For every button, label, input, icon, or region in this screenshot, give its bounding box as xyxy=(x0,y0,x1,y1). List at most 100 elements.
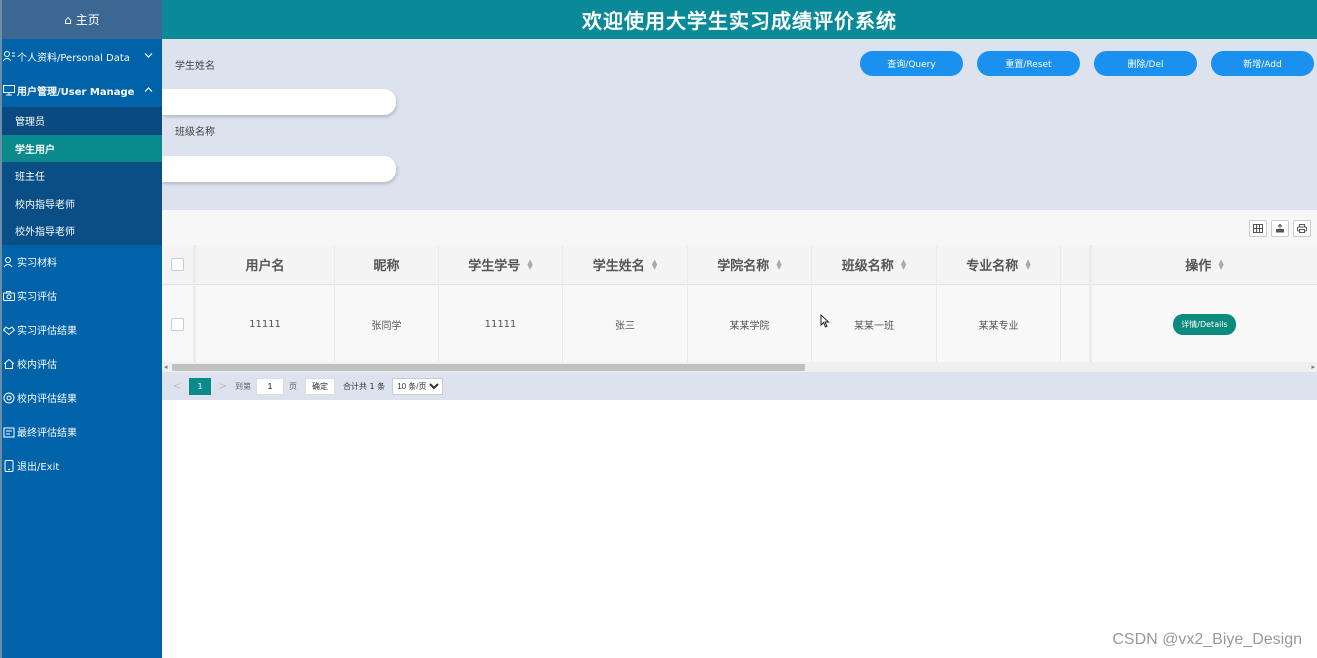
home-icon: ⌂ xyxy=(64,12,72,27)
menu-campus-evaluation-label: 校内评估 xyxy=(17,360,57,371)
print-icon[interactable] xyxy=(1293,220,1311,237)
table-row: 11111 张同学 11111 张三 某某学院 某某一班 某某专业 详情/Det… xyxy=(162,286,1317,362)
submenu-internal-advisor[interactable]: 校内指导老师 xyxy=(2,190,162,218)
sidebar: ⌂ 主页 个人资料/Personal Data 用户管理/User Manage… xyxy=(0,0,162,658)
menu-internship-eval-result[interactable]: 实习评估结果 xyxy=(2,313,162,347)
goto-page-input[interactable] xyxy=(256,377,284,395)
total-count: 合计共 1 条 xyxy=(343,381,386,391)
user-manage-submenu: 管理员 学生用户 班主任 校内指导老师 校外指导老师 xyxy=(2,107,162,245)
goto-suffix-label: 页 xyxy=(289,381,297,391)
sort-icon[interactable]: ▲ ▼ xyxy=(527,258,532,270)
student-name-input[interactable] xyxy=(162,89,396,115)
col-actions[interactable]: 操作 ▲ ▼ xyxy=(1092,245,1317,284)
class-name-label: 班级名称 xyxy=(175,127,215,138)
col-username[interactable]: 用户名 xyxy=(196,245,335,284)
menu-user-manage[interactable]: 用户管理/User Manage xyxy=(2,73,162,107)
watermark: CSDN @vx2_Biye_Design xyxy=(1112,631,1302,648)
mouse-cursor-icon xyxy=(820,313,830,331)
menu-personal-data[interactable]: 个人资料/Personal Data xyxy=(2,39,162,73)
person-card-icon xyxy=(2,49,16,63)
details-button[interactable]: 详情/Details xyxy=(1173,313,1236,335)
menu-campus-evaluation[interactable]: 校内评估 xyxy=(2,347,162,381)
menu-final-eval-result[interactable]: 最终评估结果 xyxy=(2,415,162,449)
student-name-label: 学生姓名 xyxy=(175,61,215,72)
submenu-external-advisor[interactable]: 校外指导老师 xyxy=(2,217,162,245)
prev-page-button[interactable]: < xyxy=(170,381,184,392)
submenu-head-teacher[interactable]: 班主任 xyxy=(2,162,162,190)
menu-exit-label: 退出/Exit xyxy=(17,462,60,473)
export-icon[interactable] xyxy=(1271,220,1289,237)
menu-internship-materials-label: 实习材料 xyxy=(17,258,57,269)
menu-final-eval-result-label: 最终评估结果 xyxy=(17,428,77,439)
submenu-admin[interactable]: 管理员 xyxy=(2,107,162,135)
current-page-button[interactable]: 1 xyxy=(189,377,211,395)
fixed-column-divider xyxy=(1089,245,1092,362)
cell-major-name: 某某专业 xyxy=(937,286,1061,362)
menu-exit[interactable]: 退出/Exit xyxy=(2,449,162,483)
col-username-label: 用户名 xyxy=(245,259,285,274)
reset-button[interactable]: 重置/Reset xyxy=(977,51,1080,76)
cell-college-name: 某某学院 xyxy=(688,286,812,362)
col-major-name[interactable]: 专业名称 ▲ ▼ xyxy=(937,245,1061,284)
sort-icon[interactable]: ▲ ▼ xyxy=(776,258,781,270)
sort-icon[interactable]: ▲ ▼ xyxy=(652,258,657,270)
col-student-name-label: 学生姓名 xyxy=(592,259,645,274)
cell-student-id: 11111 xyxy=(439,286,563,362)
app-root: ⌂ 主页 个人资料/Personal Data 用户管理/User Manage… xyxy=(0,0,1317,658)
row-checkbox[interactable] xyxy=(171,317,184,331)
table-panel: 用户名 昵称 学生学号 ▲ ▼ 学生姓名 ▲ ▼ 学院名称 ▲ ▼ 班级名称 ▲ ▼ 专业名称 ▲… xyxy=(162,210,1317,400)
sort-icon[interactable]: ▲ ▼ xyxy=(1218,258,1223,270)
home-outline-icon xyxy=(2,357,16,371)
table-toolbar xyxy=(1249,220,1311,237)
scroll-right-icon[interactable]: ▸ xyxy=(1311,362,1315,372)
top-header: 欢迎使用大学生实习成绩评价系统 xyxy=(162,0,1317,39)
col-college-name[interactable]: 学院名称 ▲ ▼ xyxy=(688,245,812,284)
person-icon xyxy=(2,255,16,269)
add-button[interactable]: 新增/Add xyxy=(1211,51,1314,76)
menu-campus-eval-result-label: 校内评估结果 xyxy=(17,394,77,405)
col-class-name-label: 班级名称 xyxy=(841,259,894,274)
search-panel: 学生姓名 班级名称 查询/Query 重置/Reset 删除/Del 新增/Ad… xyxy=(162,39,1317,210)
home-link[interactable]: ⌂ 主页 xyxy=(2,0,162,39)
query-button[interactable]: 查询/Query xyxy=(860,51,963,76)
scrollbar-thumb[interactable] xyxy=(172,364,805,371)
sort-icon[interactable]: ▲ ▼ xyxy=(901,258,906,270)
col-student-name[interactable]: 学生姓名 ▲ ▼ xyxy=(563,245,688,284)
menu-campus-eval-result[interactable]: 校内评估结果 xyxy=(2,381,162,415)
goto-prefix-label: 到第 xyxy=(235,381,251,391)
col-major-name-label: 专业名称 xyxy=(966,259,1019,274)
delete-button[interactable]: 删除/Del xyxy=(1094,51,1197,76)
confirm-goto-button[interactable]: 确定 xyxy=(305,377,335,395)
horizontal-scrollbar[interactable]: ◂ ▸ xyxy=(162,362,1317,372)
phone-icon xyxy=(2,459,16,473)
cell-class-name: 某某一班 xyxy=(812,286,937,362)
scroll-left-icon[interactable]: ◂ xyxy=(164,362,168,372)
menu-internship-materials[interactable]: 实习材料 xyxy=(2,245,162,279)
next-page-button[interactable]: > xyxy=(216,381,230,392)
select-all-checkbox[interactable] xyxy=(171,258,184,271)
cell-actions: 详情/Details xyxy=(1092,286,1317,362)
cell-nickname: 张同学 xyxy=(335,286,439,362)
menu-internship-evaluation[interactable]: 实习评估 xyxy=(2,279,162,313)
sort-icon[interactable]: ▲ ▼ xyxy=(1025,258,1030,270)
pagination: < 1 > 到第 页 确定 合计共 1 条 10 条/页 xyxy=(162,372,1317,400)
menu-personal-data-label: 个人资料/Personal Data xyxy=(17,52,130,64)
col-student-id[interactable]: 学生学号 ▲ ▼ xyxy=(439,245,563,284)
col-class-name[interactable]: 班级名称 ▲ ▼ xyxy=(812,245,937,284)
col-nickname[interactable]: 昵称 xyxy=(335,245,439,284)
cell-username: 11111 xyxy=(196,286,335,362)
menu-internship-evaluation-label: 实习评估 xyxy=(17,292,57,303)
circle-icon xyxy=(2,391,16,405)
page-size-select[interactable]: 10 条/页 xyxy=(392,377,444,395)
class-name-input[interactable] xyxy=(162,156,396,182)
col-actions-label: 操作 xyxy=(1185,259,1212,274)
col-college-name-label: 学院名称 xyxy=(717,259,770,274)
clipboard-icon xyxy=(2,425,16,439)
home-label: 主页 xyxy=(75,13,100,27)
cell-student-name: 张三 xyxy=(563,286,688,362)
col-nickname-label: 昵称 xyxy=(373,259,400,274)
menu-user-manage-label: 用户管理/User Manage xyxy=(17,86,135,98)
col-student-id-label: 学生学号 xyxy=(468,259,521,274)
grid-icon[interactable] xyxy=(1249,220,1267,237)
submenu-student-user[interactable]: 学生用户 xyxy=(2,134,162,162)
